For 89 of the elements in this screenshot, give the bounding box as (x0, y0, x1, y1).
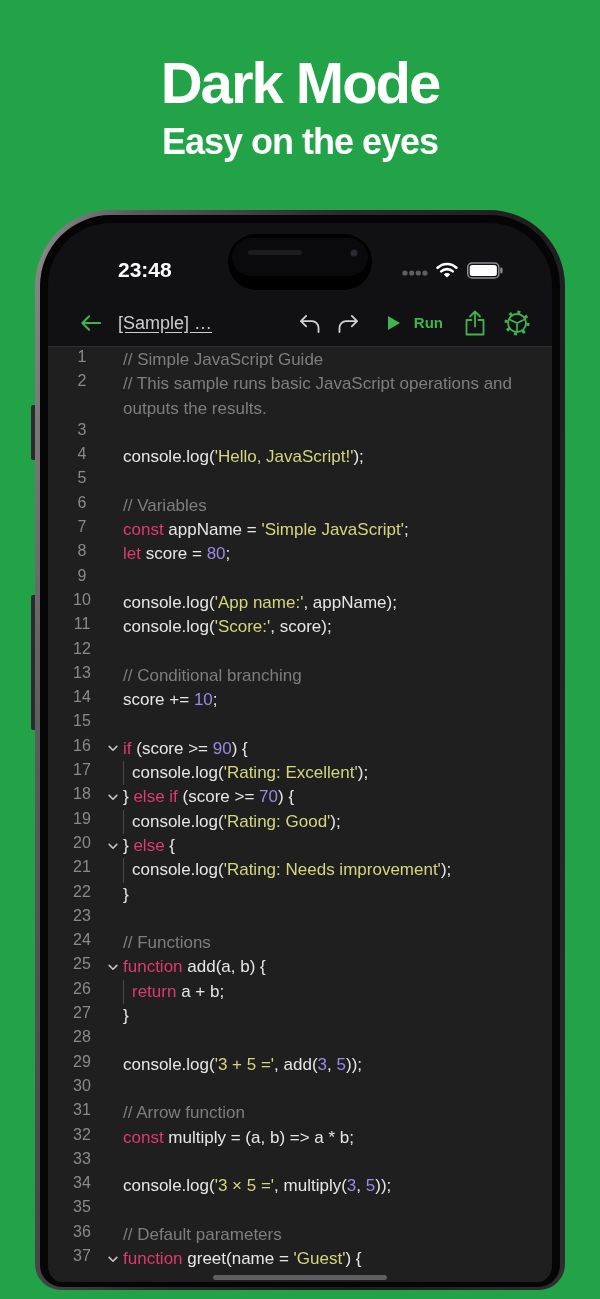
line-number: 9 (76, 566, 88, 584)
line-number: 14 (72, 688, 92, 706)
settings-icon (504, 310, 530, 336)
line-number: 1 (76, 348, 88, 365)
line-number: 21 (72, 858, 92, 876)
line-number: 5 (76, 469, 88, 487)
line-number: 27 (72, 1004, 92, 1021)
line-number: 34 (72, 1174, 92, 1192)
code-line: console.log('Hello, JavaScript!'); (123, 446, 364, 469)
settings-button[interactable] (504, 310, 530, 336)
line-number: 13 (72, 663, 92, 681)
line-number: 23 (72, 906, 92, 924)
line-number: 4 (76, 445, 88, 463)
code-line: console.log('Score:', score); (123, 616, 332, 639)
code-line: console.log('App name:', appName); (123, 591, 397, 614)
line-number: 31 (72, 1101, 92, 1119)
code-line: function add(a, b) { (123, 956, 266, 979)
line-number: 2 (76, 372, 88, 390)
code-line: // Arrow function (123, 1102, 245, 1125)
code-line: score += 10; (123, 689, 218, 712)
line-number: 15 (72, 712, 92, 730)
share-icon (465, 310, 485, 336)
signal-dots-icon (402, 270, 428, 276)
line-number: 8 (76, 542, 88, 560)
subheadline: Easy on the eyes (161, 121, 439, 163)
code-line: // Simple JavaScript Guide (123, 349, 324, 371)
run-button[interactable]: Run (387, 314, 443, 332)
code-line: // Variables (123, 494, 207, 517)
redo-icon (337, 313, 359, 333)
line-number: 36 (72, 1222, 92, 1240)
line-number: 29 (72, 1052, 92, 1070)
wifi-icon (436, 262, 458, 278)
code-line: console.log('Rating: Needs improvement'); (123, 858, 452, 883)
chevron-icon[interactable] (108, 842, 118, 850)
code-line: // Functions (123, 932, 211, 955)
chevron-icon[interactable] (108, 794, 118, 801)
line-number: 17 (72, 761, 92, 779)
side-key-drawing (31, 405, 35, 460)
code-line: } (123, 883, 129, 906)
status-time: 23:48 (118, 258, 172, 282)
line-number: 11 (72, 615, 92, 633)
code-line: // This sample runs basic JavaScript operations and outputs the results. (123, 373, 513, 420)
chevron-icon[interactable] (108, 745, 118, 753)
line-number: 28 (72, 1028, 92, 1046)
line-number: 16 (72, 736, 92, 754)
code-line: } (123, 1005, 129, 1027)
line-number: 19 (72, 809, 92, 827)
chevron-icon[interactable] (108, 1255, 118, 1263)
line-number: 25 (72, 955, 92, 973)
code-line: console.log('Rating: Excellent'); (123, 761, 369, 786)
code-line: if (score >= 90) { (123, 737, 248, 760)
back-button[interactable] (80, 314, 101, 332)
line-number: 7 (76, 518, 88, 536)
line-number: 30 (72, 1076, 92, 1094)
code-line: const multiply = (a, b) => a * b; (123, 1126, 355, 1149)
headline: Dark Mode (160, 51, 440, 115)
code-line: console.log('3 + 5 =', add(3, 5)); (123, 1053, 363, 1076)
play-icon (387, 316, 400, 330)
line-number: 10 (72, 590, 92, 608)
line-number: 12 (72, 639, 92, 657)
line-number: 24 (72, 931, 92, 949)
share-button[interactable] (465, 310, 485, 336)
line-number: 35 (72, 1198, 92, 1216)
code-line: console.log('Rating: Good'); (123, 809, 341, 834)
line-number: 26 (72, 979, 92, 997)
code-line: } else { (123, 834, 175, 857)
code-line: console.log('3 × 5 =', multiply(3, 5)); (123, 1175, 392, 1198)
line-number: 32 (72, 1125, 92, 1143)
code-line: // Conditional branching (123, 664, 302, 687)
code-line: function greet(name = 'Guest') { (123, 1248, 362, 1270)
code-line: // Default parameters (123, 1223, 282, 1246)
code-line: let score = 80; (123, 543, 231, 566)
line-number: 3 (76, 420, 88, 438)
redo-button[interactable] (337, 313, 359, 333)
code-line: const appName = 'Simple JavaScript'; (123, 519, 409, 542)
line-number: 18 (72, 785, 92, 803)
undo-button[interactable] (298, 313, 320, 333)
line-number: 6 (76, 493, 88, 511)
line-number: 33 (72, 1149, 92, 1167)
line-number: 37 (72, 1247, 92, 1264)
code-line: } else if (score >= 70) { (123, 786, 295, 809)
document-title[interactable]: [Sample] … (118, 312, 213, 334)
undo-icon (298, 313, 320, 333)
line-number: 22 (72, 882, 92, 900)
code-line: return a + b; (123, 979, 225, 1004)
back-arrow-icon (80, 314, 101, 332)
chevron-icon[interactable] (108, 964, 118, 972)
line-number: 20 (72, 833, 92, 851)
battery-icon (467, 261, 503, 279)
